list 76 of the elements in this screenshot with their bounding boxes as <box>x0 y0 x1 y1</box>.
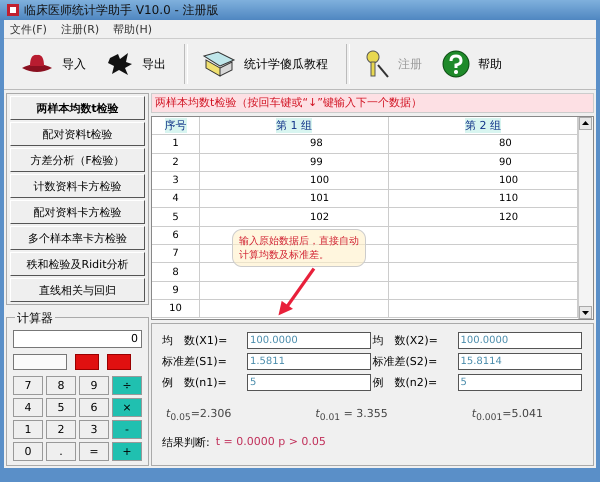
menu-item[interactable]: 文件(F) <box>10 22 47 36</box>
table-cell: 3 <box>152 172 200 190</box>
table-cell: 7 <box>152 245 200 264</box>
table-cell: 2 <box>152 154 200 172</box>
critical-value: t$_{0.001}$=5.041 <box>472 407 543 424</box>
calc-key[interactable]: ÷ <box>112 376 142 395</box>
calc-key[interactable]: . <box>46 442 76 461</box>
test-button[interactable]: 多个样本率卡方检验 <box>10 226 145 250</box>
result-field[interactable]: 5 <box>247 374 371 391</box>
table-cell[interactable]: 101 <box>200 190 389 208</box>
field-label: 标准差(S2)= <box>372 354 438 369</box>
calc-key[interactable]: × <box>112 398 142 417</box>
calc-key[interactable]: 8 <box>46 376 76 395</box>
field-label: 标准差(S1)= <box>162 354 228 369</box>
table-cell: 8 <box>152 263 200 282</box>
calc-key[interactable]: 9 <box>79 376 109 395</box>
calc-key[interactable]: 5 <box>46 398 76 417</box>
calc-key[interactable]: 0 <box>13 442 43 461</box>
calc-key[interactable]: - <box>112 420 142 439</box>
critical-value: t$_{0.01}$ = 3.355 <box>315 407 388 424</box>
table-cell: 1 <box>152 135 200 154</box>
test-button[interactable]: 方差分析（F检验） <box>10 148 145 172</box>
calc-key[interactable]: 2 <box>46 420 76 439</box>
table-cell: 4 <box>152 190 200 208</box>
toolbar-button[interactable]: 帮助 <box>434 46 510 82</box>
test-button[interactable]: 配对资料卡方检验 <box>10 200 145 224</box>
result-label: 结果判断: <box>162 435 210 450</box>
panel-header: 两样本均数t检验（按回车键或“↓”键输入下一个数据） <box>151 93 594 113</box>
result-field[interactable]: 100.0000 <box>458 332 582 349</box>
toolbar-button[interactable]: 统计学傻瓜教程 <box>194 46 336 82</box>
table-cell: 10 <box>152 300 200 318</box>
test-button[interactable]: 计数资料卡方检验 <box>10 174 145 198</box>
toolbar-button[interactable]: 导出 <box>98 46 174 82</box>
table-cell: 9 <box>152 282 200 300</box>
table-cell[interactable]: 80 <box>389 135 578 154</box>
test-button[interactable]: 秩和检验及Ridit分析 <box>10 252 145 276</box>
field-label: 均 数(X1)= <box>162 333 228 348</box>
table-cell[interactable]: 100 <box>200 172 389 190</box>
calc-key[interactable]: 6 <box>79 398 109 417</box>
result-field[interactable]: 1.5811 <box>247 353 371 370</box>
table-cell[interactable]: 102 <box>200 208 389 227</box>
callout-bubble: 输入原始数据后，直接自动 计算均数及标准差。 <box>232 229 366 267</box>
table-cell: 6 <box>152 226 200 246</box>
calc-key[interactable]: 4 <box>13 398 43 417</box>
test-button[interactable]: 直线相关与回归 <box>10 278 145 302</box>
calc-key[interactable]: 7 <box>13 376 43 395</box>
field-label: 例 数(n1)= <box>162 375 228 390</box>
table-cell: 5 <box>152 208 200 227</box>
table-cell[interactable]: 98 <box>200 135 389 154</box>
column-header: 第 2 组 <box>389 117 578 136</box>
column-header: 序号 <box>152 117 200 136</box>
critical-value: t$_{0.05}$=2.306 <box>166 407 232 424</box>
table-cell[interactable]: 90 <box>389 154 578 172</box>
toolbar-button[interactable]: 导入 <box>12 48 94 80</box>
menu-item[interactable]: 注册(R) <box>60 22 100 36</box>
calc-key[interactable]: = <box>79 442 109 461</box>
table-cell[interactable]: 100 <box>389 172 578 190</box>
calc-key[interactable]: 1 <box>13 420 43 439</box>
result-field[interactable]: 100.0000 <box>247 332 371 349</box>
window-title: 临床医师统计学助手 V10.0 - 注册版 <box>24 2 219 18</box>
calc-key[interactable]: + <box>112 442 142 461</box>
panel-title: 计算器 <box>15 310 55 327</box>
column-header: 第 1 组 <box>200 117 389 136</box>
result-field[interactable]: 15.8114 <box>458 353 582 370</box>
calc-key[interactable]: 3 <box>79 420 109 439</box>
table-cell[interactable]: 120 <box>389 208 578 227</box>
field-label: 均 数(X2)= <box>372 333 439 348</box>
field-label: 例 数(n2)= <box>372 375 438 390</box>
menu-item[interactable]: 帮助(H) <box>113 22 152 36</box>
result-field[interactable]: 5 <box>458 374 582 391</box>
table-cell[interactable]: 110 <box>389 190 578 208</box>
test-button[interactable]: 配对资料t检验 <box>10 122 145 146</box>
table-cell[interactable]: 99 <box>200 154 389 172</box>
test-button[interactable]: 两样本均数t检验 <box>10 96 145 120</box>
calculator-display: 0 <box>13 330 142 348</box>
result-value: t = 0.0000 p > 0.05 <box>216 435 326 450</box>
